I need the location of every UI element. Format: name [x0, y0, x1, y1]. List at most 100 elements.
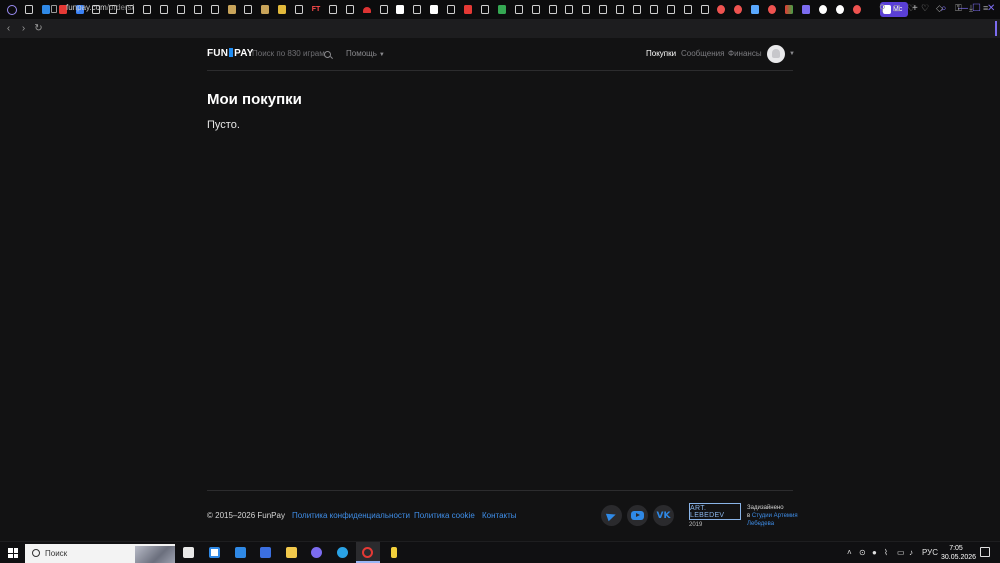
tab-document-icon[interactable]: [697, 2, 713, 18]
taskbar-mail-icon[interactable]: [233, 545, 248, 560]
chevron-down-icon[interactable]: ▼: [789, 51, 795, 57]
help-menu[interactable]: Помощь ▼: [346, 49, 385, 58]
taskbar-opera-icon[interactable]: [360, 545, 375, 560]
tab-drive-icon[interactable]: [494, 2, 510, 18]
tab-shop-red-icon[interactable]: [730, 2, 746, 18]
volume-icon[interactable]: ♪: [909, 548, 913, 557]
taskbar-discord-icon[interactable]: [309, 545, 324, 560]
search-icon[interactable]: [324, 51, 331, 58]
studio-link-line2[interactable]: Лебедева: [747, 520, 798, 528]
tab-document-icon[interactable]: [663, 2, 679, 18]
system-clock[interactable]: 7:05 30.05.2026: [941, 544, 976, 562]
notification-icon[interactable]: [980, 547, 990, 557]
taskbar-game-icon[interactable]: [386, 545, 401, 560]
tab-document-icon[interactable]: [477, 2, 493, 18]
tab-document-icon[interactable]: [443, 2, 459, 18]
telegram-icon[interactable]: [601, 505, 622, 526]
pin-icon[interactable]: ⚲: [879, 3, 886, 14]
windows-start-icon[interactable]: [8, 548, 18, 558]
tab-game-icon[interactable]: [257, 2, 273, 18]
tab-mail-icon[interactable]: [21, 2, 37, 18]
tab-tiktok-icon[interactable]: [426, 2, 442, 18]
user-avatar[interactable]: [767, 45, 785, 63]
tab-shop-icon[interactable]: [274, 2, 290, 18]
tab-tiktok-icon[interactable]: [392, 2, 408, 18]
tab-document-icon[interactable]: [173, 2, 189, 18]
back-button[interactable]: ‹: [2, 23, 15, 34]
tab-extension-icon[interactable]: [798, 2, 814, 18]
tab-document-icon[interactable]: [545, 2, 561, 18]
tab-document-icon[interactable]: [376, 2, 392, 18]
nav-messages[interactable]: Сообщения: [681, 49, 724, 58]
forward-button[interactable]: ›: [17, 23, 30, 34]
tab-shop-red-icon[interactable]: [713, 2, 729, 18]
vk-icon[interactable]: VK: [653, 505, 674, 526]
tab-document-icon[interactable]: [561, 2, 577, 18]
heart-icon[interactable]: ♡: [921, 3, 929, 14]
taskbar-search-input[interactable]: Поиск: [25, 544, 175, 563]
tab-document-icon[interactable]: [139, 2, 155, 18]
language-indicator[interactable]: РУС: [922, 548, 938, 557]
tab-document-icon[interactable]: [240, 2, 256, 18]
taskbar-telegram-icon[interactable]: [335, 545, 350, 560]
tab-blue-app-icon[interactable]: [747, 2, 763, 18]
bookmark-icon[interactable]: ♡: [907, 3, 915, 14]
tab-document-icon[interactable]: [207, 2, 223, 18]
tray-device-icon[interactable]: ⊙: [859, 548, 866, 557]
tab-document-icon[interactable]: [342, 2, 358, 18]
tab-ft-icon[interactable]: FT: [308, 2, 324, 18]
tab-document-icon[interactable]: [409, 2, 425, 18]
tray-chevron-up-icon[interactable]: ˄: [847, 548, 852, 557]
network-icon[interactable]: ⌇: [884, 548, 888, 557]
tab-document-icon[interactable]: [629, 2, 645, 18]
privacy-policy-link[interactable]: Политика конфиденциальности: [292, 511, 410, 520]
url-field[interactable]: funpay.com/orders/: [66, 3, 134, 12]
tab-cloud-icon[interactable]: [359, 2, 375, 18]
reload-button[interactable]: ↻: [32, 23, 45, 34]
lebedev-logo[interactable]: ART. LEBEDEV: [689, 503, 741, 520]
contacts-link[interactable]: Контакты: [482, 511, 517, 520]
funpay-logo[interactable]: FUN PAY: [207, 48, 254, 59]
tab-youtube-icon[interactable]: [460, 2, 476, 18]
taskbar-app-icon[interactable]: [258, 545, 273, 560]
studio-link[interactable]: Студии Артемия: [752, 513, 798, 519]
tab-white-app-icon[interactable]: [832, 2, 848, 18]
tab-document-icon[interactable]: [325, 2, 341, 18]
empty-state-text: Пусто.: [207, 119, 240, 131]
search-highlight-image: [135, 546, 175, 563]
footer-divider: [207, 490, 793, 491]
tab-document-icon[interactable]: [578, 2, 594, 18]
snapshot-icon[interactable]: ⊡: [893, 3, 901, 14]
tab-document-icon[interactable]: [291, 2, 307, 18]
tab-shop-red-icon[interactable]: [764, 2, 780, 18]
tab-document-icon[interactable]: [511, 2, 527, 18]
tab-document-icon[interactable]: [156, 2, 172, 18]
tab-document-icon[interactable]: [528, 2, 544, 18]
battery-icon[interactable]: ▭: [897, 548, 905, 557]
vpn-icon[interactable]: ◇: [936, 3, 943, 14]
download-icon[interactable]: ⤓: [969, 3, 973, 14]
easy-setup-icon[interactable]: ≡: [983, 3, 988, 13]
tab-shop-red-icon[interactable]: [849, 2, 865, 18]
microphone-icon[interactable]: ●: [872, 548, 877, 557]
taskbar-explorer-icon[interactable]: [207, 545, 222, 560]
tab-colorful-icon[interactable]: [781, 2, 797, 18]
tab-document-icon[interactable]: [646, 2, 662, 18]
tab-document-icon[interactable]: [680, 2, 696, 18]
nav-finances[interactable]: Финансы: [728, 49, 762, 58]
tab-game-icon[interactable]: [224, 2, 240, 18]
taskbar-store-icon[interactable]: [181, 545, 196, 560]
cookie-policy-link[interactable]: Политика cookie: [414, 511, 475, 520]
nav-purchases[interactable]: Покупки: [646, 49, 676, 58]
taskbar-folder-icon[interactable]: [284, 545, 299, 560]
youtube-icon[interactable]: [627, 505, 648, 526]
tab-white-app-icon[interactable]: [815, 2, 831, 18]
game-search-input[interactable]: Поиск по 830 играм: [252, 49, 325, 58]
maximize-button[interactable]: ☐: [972, 3, 981, 14]
sidebar-accent: [995, 21, 997, 36]
tab-document-icon[interactable]: [190, 2, 206, 18]
tab-document-icon[interactable]: [612, 2, 628, 18]
opera-menu-icon[interactable]: [4, 2, 20, 18]
tab-document-icon[interactable]: [595, 2, 611, 18]
wallet-icon[interactable]: ⚿: [955, 3, 962, 14]
